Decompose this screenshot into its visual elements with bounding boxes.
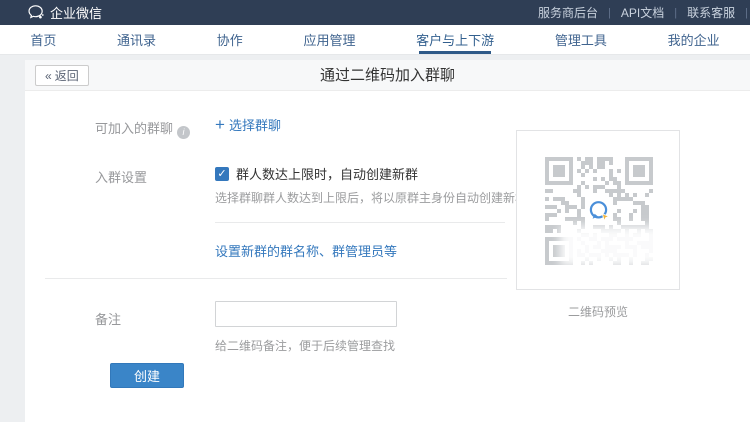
- topbar-link-contact-support[interactable]: 联系客服: [677, 4, 745, 21]
- qr-preview-box: [516, 130, 680, 290]
- checkbox-label: 群人数达上限时，自动创建新群: [236, 164, 418, 183]
- topbar-links: 服务商后台 | API文档 | 联系客服 |: [528, 4, 748, 21]
- topbar-link-api-docs[interactable]: API文档: [611, 4, 674, 21]
- nav-tab-label: 首页: [30, 30, 56, 49]
- card-body: 可加入的群聊 i + 选择群聊 入群设置 ✓ 群人数达上限时，自动创建新群 选择群…: [25, 91, 750, 421]
- label-text: 可加入的群聊: [95, 121, 173, 136]
- nav-tab-label: 协作: [217, 30, 243, 49]
- qr-blurred-area: [569, 235, 657, 257]
- nav-tab-management-tools[interactable]: 管理工具: [551, 25, 611, 54]
- page-title: 通过二维码加入群聊: [25, 60, 750, 91]
- divider: [45, 278, 507, 279]
- nav-tab-contacts[interactable]: 通讯录: [113, 25, 160, 54]
- nav-tab-label: 客户与上下游: [416, 30, 494, 49]
- remark-input[interactable]: [215, 301, 397, 327]
- qr-preview-caption: 二维码预览: [516, 303, 680, 320]
- screen: 企业微信 服务商后台 | API文档 | 联系客服 | 首页 通讯录 协作 应用…: [0, 0, 750, 422]
- checkbox-checked[interactable]: ✓: [215, 167, 229, 181]
- new-group-settings-link[interactable]: 设置新群的群名称、群管理员等: [215, 241, 397, 260]
- select-group-label: 选择群聊: [229, 115, 281, 134]
- main-nav: 首页 通讯录 协作 应用管理 客户与上下游 管理工具 我的企业: [0, 25, 750, 55]
- topbar: 企业微信 服务商后台 | API文档 | 联系客服 |: [0, 0, 750, 25]
- joinable-group-label: 可加入的群聊 i: [95, 118, 190, 139]
- nav-tab-app-management[interactable]: 应用管理: [299, 25, 359, 54]
- active-tab-underline: [419, 51, 491, 54]
- auto-create-group-checkbox-row[interactable]: ✓ 群人数达上限时，自动创建新群: [215, 164, 418, 183]
- brand-name: 企业微信: [50, 3, 102, 22]
- remark-hint: 给二维码备注，便于后续管理查找: [215, 337, 395, 354]
- wecom-qr-logo-icon: [586, 198, 612, 224]
- divider: [215, 222, 505, 223]
- new-group-settings-label: 设置新群的群名称、群管理员等: [215, 241, 397, 260]
- nav-tab-my-enterprise[interactable]: 我的企业: [664, 25, 724, 54]
- remark-label: 备注: [95, 309, 121, 328]
- nav-tab-label: 通讯录: [117, 30, 156, 49]
- nav-tab-label: 我的企业: [668, 30, 720, 49]
- nav-tab-label: 管理工具: [555, 30, 607, 49]
- topbar-link-provider-console[interactable]: 服务商后台: [528, 4, 608, 21]
- nav-tab-customers-upstream-downstream[interactable]: 客户与上下游: [412, 25, 498, 54]
- page-background: « 返回 通过二维码加入群聊 可加入的群聊 i + 选择群聊 入群设置 ✓: [0, 55, 750, 422]
- join-settings-label: 入群设置: [95, 167, 147, 186]
- brand[interactable]: 企业微信: [28, 3, 102, 22]
- nav-tab-home[interactable]: 首页: [26, 25, 60, 54]
- card-header: « 返回 通过二维码加入群聊: [25, 60, 750, 91]
- nav-tab-label: 应用管理: [303, 30, 355, 49]
- content-card: « 返回 通过二维码加入群聊 可加入的群聊 i + 选择群聊 入群设置 ✓: [25, 60, 750, 422]
- create-button[interactable]: 创建: [110, 363, 184, 388]
- select-group-link[interactable]: + 选择群聊: [215, 115, 281, 134]
- plus-icon: +: [215, 117, 225, 133]
- nav-tab-collaboration[interactable]: 协作: [213, 25, 247, 54]
- info-icon[interactable]: i: [177, 126, 190, 139]
- wecom-logo-icon: [28, 5, 44, 20]
- separator: |: [745, 7, 748, 19]
- join-settings-hint: 选择群聊群人数达到上限后，将以原群主身份自动创建新群: [215, 189, 527, 206]
